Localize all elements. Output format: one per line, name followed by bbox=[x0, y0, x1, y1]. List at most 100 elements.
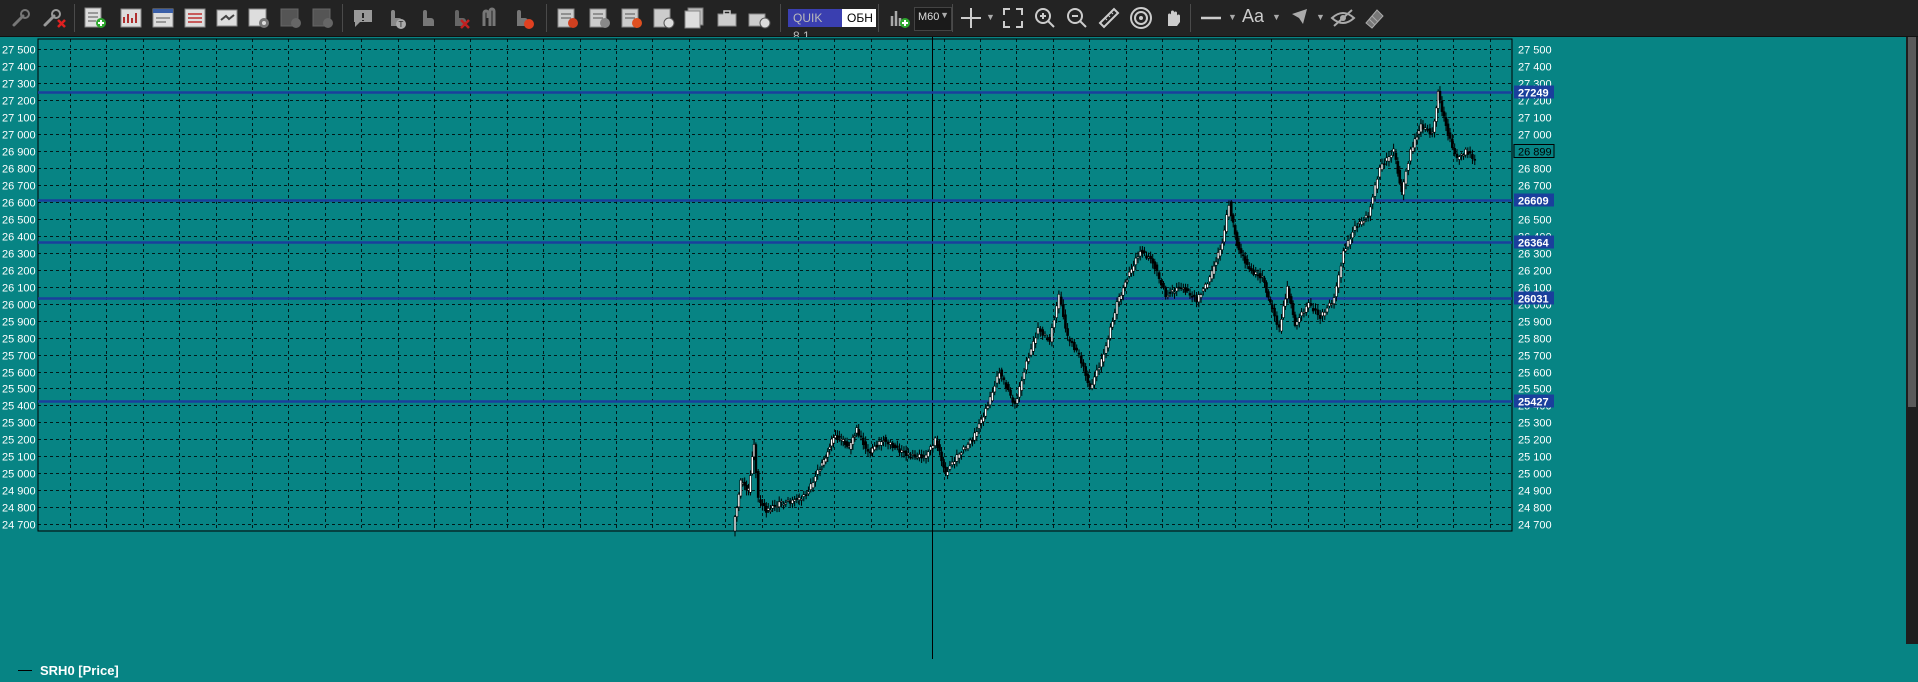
candle-body bbox=[1048, 336, 1051, 342]
hand-t-icon[interactable]: T bbox=[380, 4, 410, 32]
ruler-icon[interactable] bbox=[1094, 4, 1124, 32]
candle-body bbox=[1337, 274, 1341, 288]
orders-icon[interactable] bbox=[552, 4, 582, 32]
money-icon[interactable] bbox=[648, 4, 678, 32]
level-label: 27249 bbox=[1518, 88, 1549, 100]
candle-body bbox=[797, 497, 801, 501]
candle-body bbox=[1245, 259, 1249, 265]
drawing-tool-icon[interactable] bbox=[1286, 4, 1316, 32]
target-icon[interactable] bbox=[1126, 4, 1156, 32]
y-tick-label-left: 25 800 bbox=[2, 334, 36, 346]
candle-body bbox=[1214, 261, 1218, 266]
candle-body bbox=[993, 385, 997, 393]
candle-body bbox=[1002, 377, 1006, 381]
candle-body bbox=[1117, 296, 1121, 302]
scrollbar-thumb[interactable] bbox=[1908, 37, 1916, 407]
crosshair-dropdown-icon[interactable]: ▼ bbox=[986, 12, 995, 22]
candle-body bbox=[1342, 250, 1345, 264]
hand-cancel-icon[interactable] bbox=[444, 4, 474, 32]
trades-icon[interactable] bbox=[616, 4, 646, 32]
candle-body bbox=[1392, 148, 1395, 153]
add-indicator-icon[interactable] bbox=[884, 4, 914, 32]
crosshair-icon[interactable] bbox=[956, 4, 986, 32]
candle-body bbox=[922, 455, 926, 457]
candle-body bbox=[1199, 294, 1203, 298]
candle-body bbox=[902, 451, 906, 453]
candle-body bbox=[809, 483, 813, 490]
table-icon[interactable] bbox=[180, 4, 210, 32]
wrench-remove-icon[interactable] bbox=[40, 4, 70, 32]
quik-version-badge[interactable]: QUIK 8.1 bbox=[788, 9, 842, 43]
briefcase-icon[interactable] bbox=[712, 4, 742, 32]
price-chart[interactable]: 24 700 24 700 24 800 24 800 24 900 24 900 25 0… bbox=[0, 37, 1906, 659]
settings-window-icon[interactable] bbox=[244, 4, 274, 32]
candle-body bbox=[824, 457, 828, 463]
message-icon[interactable] bbox=[348, 4, 378, 32]
candle-body bbox=[1218, 249, 1222, 257]
candle-body bbox=[926, 451, 930, 457]
deal-window-icon[interactable] bbox=[212, 4, 242, 32]
eraser-icon[interactable] bbox=[1360, 4, 1390, 32]
candle-body bbox=[953, 461, 956, 465]
candle-body bbox=[1304, 306, 1308, 313]
candle-body bbox=[1143, 250, 1146, 254]
hands-icon[interactable] bbox=[476, 4, 506, 32]
candle-body bbox=[750, 456, 754, 475]
documents-icon[interactable] bbox=[680, 4, 710, 32]
candle-body bbox=[1471, 154, 1474, 159]
add-window-icon[interactable] bbox=[80, 4, 110, 32]
pan-hand-icon[interactable] bbox=[1158, 4, 1188, 32]
candle-body bbox=[1186, 288, 1190, 291]
candle-body bbox=[1070, 340, 1074, 344]
candle-body bbox=[1360, 220, 1363, 225]
chart-area[interactable]: 24 700 24 700 24 800 24 800 24 900 24 900 25 0… bbox=[0, 37, 1918, 682]
fullscreen-icon[interactable] bbox=[998, 4, 1028, 32]
line-style-dropdown-icon[interactable]: ▼ bbox=[1228, 12, 1237, 22]
drawing-dropdown-icon[interactable]: ▼ bbox=[1316, 12, 1325, 22]
candle-body bbox=[769, 510, 772, 512]
chart-window-icon[interactable] bbox=[116, 4, 146, 32]
candle-body bbox=[1173, 292, 1176, 294]
candle-body bbox=[918, 454, 921, 458]
stop-orders-icon[interactable] bbox=[584, 4, 614, 32]
hand-money-icon[interactable] bbox=[508, 4, 538, 32]
candle-body bbox=[1413, 138, 1417, 149]
candle-body bbox=[1323, 312, 1327, 317]
candle-body bbox=[1057, 293, 1061, 309]
candle-body bbox=[1136, 256, 1140, 259]
candle-body bbox=[1404, 171, 1408, 185]
candle-body bbox=[977, 423, 981, 429]
y-tick-label-right: 26 200 bbox=[1518, 266, 1552, 278]
window-icon[interactable] bbox=[148, 4, 178, 32]
candle-body bbox=[1241, 254, 1245, 257]
legend-series-label: SRH0 [Price] bbox=[40, 663, 119, 678]
candle-body bbox=[782, 503, 785, 506]
vertical-scrollbar[interactable] bbox=[1906, 37, 1918, 644]
candle-body bbox=[1168, 292, 1172, 294]
zoom-out-icon[interactable] bbox=[1062, 4, 1092, 32]
disabled-window-icon[interactable] bbox=[276, 4, 306, 32]
candle-body bbox=[1364, 215, 1368, 219]
level-label: 26609 bbox=[1518, 196, 1549, 208]
candle-body bbox=[1411, 146, 1415, 152]
zoom-in-icon[interactable] bbox=[1030, 4, 1060, 32]
briefcase-money-icon[interactable] bbox=[744, 4, 774, 32]
y-tick-label-right: 24 900 bbox=[1518, 486, 1552, 498]
candle-body bbox=[1121, 287, 1125, 296]
candle-body bbox=[1055, 305, 1058, 318]
candle-body bbox=[962, 446, 965, 450]
candle-body bbox=[1227, 205, 1231, 218]
candle-body bbox=[1109, 326, 1112, 339]
candle-body bbox=[968, 439, 972, 445]
disabled-window-2-icon[interactable] bbox=[308, 4, 338, 32]
update-badge[interactable]: ОБН bbox=[842, 9, 876, 27]
font-dropdown-icon[interactable]: ▼ bbox=[1272, 12, 1281, 22]
candle-body bbox=[1020, 380, 1024, 391]
hide-objects-icon[interactable] bbox=[1328, 4, 1358, 32]
wrench-icon[interactable] bbox=[6, 4, 36, 32]
line-style-icon[interactable] bbox=[1196, 4, 1226, 32]
candle-body bbox=[1451, 138, 1454, 149]
interval-select[interactable]: M60 ▼ bbox=[914, 7, 952, 31]
font-button[interactable]: Aa bbox=[1242, 6, 1264, 27]
hand-icon[interactable] bbox=[412, 4, 442, 32]
